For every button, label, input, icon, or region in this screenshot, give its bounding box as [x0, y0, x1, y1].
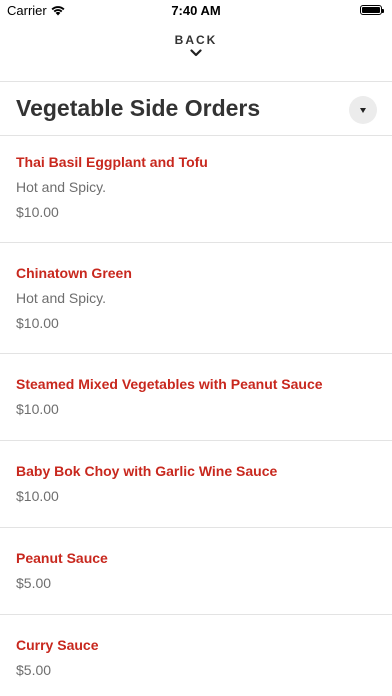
menu-item[interactable]: Curry Sauce $5.00 — [0, 615, 392, 696]
item-description: Hot and Spicy. — [16, 290, 107, 306]
item-price: $5.00 — [16, 662, 52, 678]
item-price: $5.00 — [16, 575, 52, 591]
menu-list: Thai Basil Eggplant and Tofu Hot and Spi… — [0, 136, 392, 696]
item-name: Chinatown Green — [16, 265, 132, 281]
item-name: Baby Bok Choy with Garlic Wine Sauce — [16, 463, 278, 479]
item-price: $10.00 — [16, 204, 59, 220]
section-title: Vegetable Side Orders — [16, 95, 261, 121]
section-dropdown-button[interactable] — [349, 96, 377, 124]
item-price: $10.00 — [16, 488, 59, 504]
item-description: Hot and Spicy. — [16, 179, 107, 195]
menu-item[interactable]: Peanut Sauce $5.00 — [0, 528, 392, 615]
menu-item[interactable]: Chinatown Green Hot and Spicy. $10.00 — [0, 243, 392, 354]
item-price: $10.00 — [16, 401, 59, 417]
section-header: Vegetable Side Orders — [0, 82, 392, 136]
battery-icon — [360, 5, 384, 15]
back-label: BACK — [174, 33, 218, 47]
menu-item[interactable]: Thai Basil Eggplant and Tofu Hot and Spi… — [0, 136, 392, 243]
item-name: Steamed Mixed Vegetables with Peanut Sau… — [16, 376, 323, 392]
item-name: Thai Basil Eggplant and Tofu — [16, 154, 208, 170]
menu-item[interactable]: Baby Bok Choy with Garlic Wine Sauce $10… — [0, 441, 392, 528]
item-name: Curry Sauce — [16, 637, 99, 653]
item-name: Peanut Sauce — [16, 550, 108, 566]
menu-item[interactable]: Steamed Mixed Vegetables with Peanut Sau… — [0, 354, 392, 441]
back-button[interactable]: BACK — [0, 33, 392, 73]
item-price: $10.00 — [16, 315, 59, 331]
caret-down-icon — [360, 107, 366, 113]
chevron-down-icon — [190, 49, 202, 57]
status-time: 7:40 AM — [171, 3, 221, 18]
status-bar: Carrier 7:40 AM — [0, 0, 392, 22]
